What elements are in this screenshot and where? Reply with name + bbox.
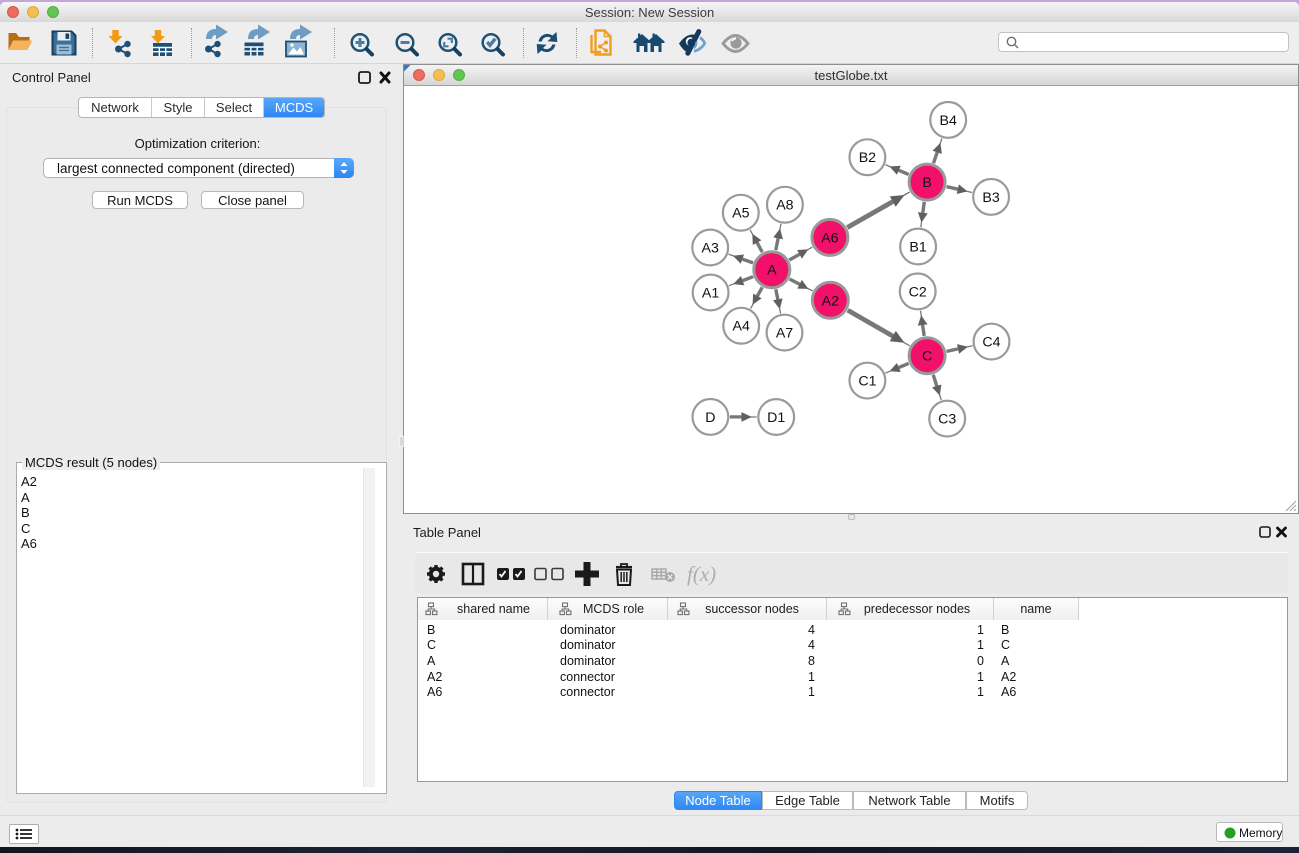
svg-text:C1: C1 [858,374,876,390]
svg-text:A5: A5 [732,206,749,222]
svg-text:B2: B2 [859,150,876,166]
svg-text:C3: C3 [938,412,956,428]
svg-text:B1: B1 [909,240,926,256]
svg-text:A6: A6 [821,230,838,246]
svg-text:A2: A2 [822,293,839,309]
svg-text:B4: B4 [940,113,957,129]
svg-text:B3: B3 [982,190,999,206]
svg-text:f(x): f(x) [687,562,716,586]
svg-text:D: D [705,410,715,426]
svg-text:C: C [922,349,932,365]
svg-text:C4: C4 [982,335,1000,351]
svg-text:A8: A8 [776,198,793,214]
svg-text:A3: A3 [702,241,719,257]
svg-text:A4: A4 [733,319,750,335]
svg-text:A1: A1 [702,286,719,302]
svg-text:A7: A7 [776,326,793,342]
svg-text:D1: D1 [767,410,785,426]
svg-text:C2: C2 [909,284,927,300]
svg-text:A: A [767,263,777,279]
svg-text:B: B [922,175,931,191]
